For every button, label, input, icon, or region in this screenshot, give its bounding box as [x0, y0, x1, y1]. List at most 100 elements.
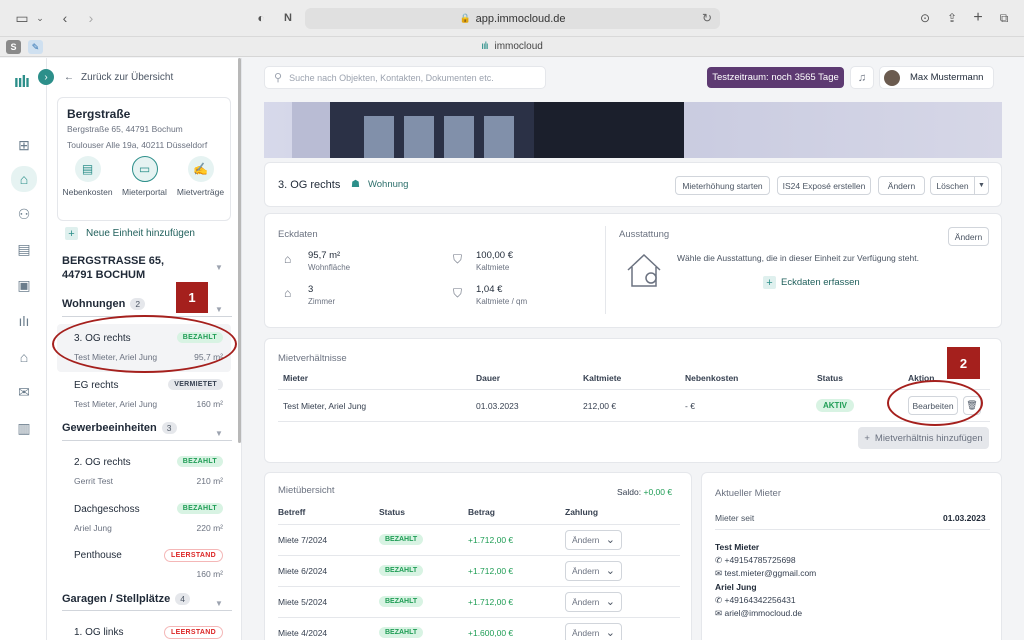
annotation-marker-1: 1 — [176, 282, 208, 313]
tenant-icon[interactable]: ▣ — [12, 273, 36, 297]
bank-icon[interactable]: ⌂ — [12, 345, 36, 369]
is24-expose-button[interactable]: IS24 Exposé erstellen — [777, 176, 871, 195]
share-icon[interactable]: ⇪ — [944, 8, 960, 28]
tenancy-costs: - € — [685, 401, 695, 411]
documents-icon[interactable]: ▤ — [12, 237, 36, 261]
status-badge: LEERSTAND — [164, 626, 223, 639]
monitor-icon: ▭ — [131, 156, 158, 182]
unit-item-dachgeschoss[interactable]: Dachgeschoss BEZAHLT Ariel Jung 220 m² — [57, 495, 231, 543]
mieterportal-button[interactable]: ▭ Mieterportal — [117, 156, 172, 197]
expand-sidebar-button[interactable]: › — [38, 69, 54, 85]
sidebar-scrollbar[interactable] — [238, 58, 241, 443]
search-input[interactable]: ⚲ Suche nach Objekten, Kontakten, Dokume… — [264, 66, 546, 89]
plus-icon: + — [864, 432, 870, 444]
tenant-email[interactable]: ✉ test.mieter@ggmail.com — [715, 568, 816, 579]
sidebar-toggle-icon[interactable]: ▭ — [12, 8, 32, 28]
divider — [62, 610, 232, 611]
reports-icon[interactable]: ılı — [12, 309, 36, 333]
house-icon: ☗ — [351, 179, 360, 190]
status-badge: BEZAHLT — [176, 456, 223, 467]
area-icon: ⌂ — [284, 252, 292, 266]
delete-dropdown-icon[interactable]: ▼ — [974, 176, 989, 195]
contacts-icon[interactable]: ⚇ — [12, 202, 36, 226]
edit-ausstattung-button[interactable]: Ändern — [948, 227, 989, 246]
unit-item-penthouse[interactable]: Penthouse LEERSTAND 160 m² — [57, 541, 231, 589]
plus-icon: + — [763, 276, 776, 289]
chevron-down-icon[interactable]: ⌄ — [34, 8, 46, 28]
tenant-email[interactable]: ✉ ariel@immocloud.de — [715, 608, 802, 619]
delete-unit-button[interactable]: Löschen — [930, 176, 975, 195]
new-tab-icon[interactable]: + — [970, 8, 986, 28]
group-wohnungen[interactable]: Wohnungen 2 — [62, 298, 146, 310]
shield-icon[interactable]: ◐ — [253, 8, 269, 28]
rent-increase-button[interactable]: Mieterhöhung starten — [675, 176, 770, 195]
search-placeholder: Suche nach Objekten, Kontakten, Dokument… — [289, 72, 494, 83]
count-badge: 3 — [161, 422, 177, 434]
annotation-highlight-unit — [52, 315, 237, 373]
rooms-icon: ⌂ — [284, 286, 292, 300]
gewerbe-caret-icon[interactable]: ▼ — [215, 429, 223, 438]
user-menu[interactable]: Max Mustermann — [879, 66, 994, 89]
dashboard-icon[interactable]: ⊞ — [12, 133, 36, 157]
status-badge: AKTIV — [816, 399, 854, 412]
payment-select[interactable]: Ändern ⌄ — [565, 592, 622, 612]
reload-icon[interactable]: ↻ — [702, 11, 712, 25]
unit-type: ☗ Wohnung — [351, 179, 409, 190]
unit-item-1og-links[interactable]: 1. OG links LEERSTAND — [57, 618, 231, 640]
back-to-overview-link[interactable]: ← Zurück zur Übersicht — [64, 72, 173, 83]
eckdaten-erfassen-button[interactable]: + Eckdaten erfassen — [763, 276, 860, 289]
add-tenancy-button[interactable]: + Mietverhältnis hinzufügen — [858, 427, 989, 449]
user-name: Max Mustermann — [910, 72, 984, 83]
owner-address: Toulouser Alle 19a, 40211 Düsseldorf — [67, 140, 208, 150]
add-unit-button[interactable]: + Neue Einheit hinzufügen — [65, 227, 195, 240]
tenant-since: 01.03.2023 — [943, 513, 986, 523]
notion-icon[interactable]: N — [280, 8, 296, 28]
divider — [605, 226, 606, 314]
lock-icon: 🔒 — [459, 13, 471, 23]
chevron-down-icon: ⌄ — [605, 627, 615, 639]
property-card: Bergstraße Bergstraße 65, 44791 Bochum T… — [57, 97, 231, 221]
status-badge: LEERSTAND — [164, 549, 223, 562]
annotation-marker-2: 2 — [947, 347, 980, 379]
building-title: BERGSTRASSE 65, 44791 BOCHUM — [62, 255, 165, 281]
archive-icon[interactable]: ▥ — [12, 416, 36, 440]
back-arrow-icon[interactable]: ‹ — [58, 8, 72, 28]
group-garagen[interactable]: Garagen / Stellplätze 4 — [62, 593, 190, 605]
group-gewerbeeinheiten[interactable]: Gewerbeeinheiten 3 — [62, 422, 177, 434]
bell-icon[interactable]: ♫ — [850, 66, 874, 89]
payment-select[interactable]: Ändern ⌄ — [565, 530, 622, 550]
unit-item-eg-rechts[interactable]: EG rechts VERMIETET Test Mieter, Ariel J… — [57, 371, 231, 419]
annotation-highlight-edit — [887, 380, 983, 426]
tab-overview-icon[interactable]: ⧉ — [996, 8, 1012, 28]
status-badge: BEZAHLT — [379, 565, 424, 576]
nebenkosten-button[interactable]: ▤ Nebenkosten — [60, 156, 115, 197]
payment-select[interactable]: Ändern ⌄ — [565, 561, 622, 581]
wohnungen-caret-icon[interactable]: ▼ — [215, 305, 223, 314]
forward-arrow-icon[interactable]: › — [84, 8, 98, 28]
url-text: app.immocloud.de — [475, 12, 566, 25]
building-caret-icon[interactable]: ▼ — [215, 263, 223, 272]
home-icon[interactable]: ⌂ — [11, 166, 37, 192]
payment-select[interactable]: Ändern ⌄ — [565, 623, 622, 640]
active-tab[interactable]: ıılı immocloud — [0, 41, 1024, 52]
immocloud-logo-icon: ıılı — [481, 41, 489, 52]
mietvertraege-button[interactable]: ✍ Mietverträge — [173, 156, 228, 197]
unit-item-2og-rechts[interactable]: 2. OG rechts BEZAHLT Gerrit Test 210 m² — [57, 448, 231, 496]
address-bar[interactable]: 🔒 app.immocloud.de ↻ — [305, 8, 720, 29]
ausstattung-title: Ausstattung — [619, 229, 670, 240]
status-badge: BEZAHLT — [379, 596, 424, 607]
money-icon: ⛉ — [453, 286, 463, 300]
tenant-phone[interactable]: ✆ +49154785725698 — [715, 555, 796, 566]
ausstattung-hint: Wähle die Ausstattung, die in dieser Ein… — [677, 253, 919, 263]
logo-icon[interactable]: ıılı — [14, 72, 30, 92]
download-icon[interactable]: ⊙ — [917, 8, 933, 28]
tenant-phone[interactable]: ✆ +49164342256431 — [715, 595, 796, 606]
current-tenant-title: Aktueller Mieter — [715, 488, 781, 499]
arrow-left-icon: ← — [64, 72, 74, 83]
garagen-caret-icon[interactable]: ▼ — [215, 599, 223, 608]
status-badge: BEZAHLT — [176, 503, 223, 514]
edit-unit-button[interactable]: Ändern — [878, 176, 925, 195]
trial-badge[interactable]: Testzeitraum: noch 3565 Tage — [707, 67, 844, 88]
browser-chrome: ▭ ⌄ ‹ › ◐ N 🔒 app.immocloud.de ↻ ⊙ ⇪ + ⧉… — [0, 0, 1024, 57]
mail-icon[interactable]: ✉ — [12, 380, 36, 404]
